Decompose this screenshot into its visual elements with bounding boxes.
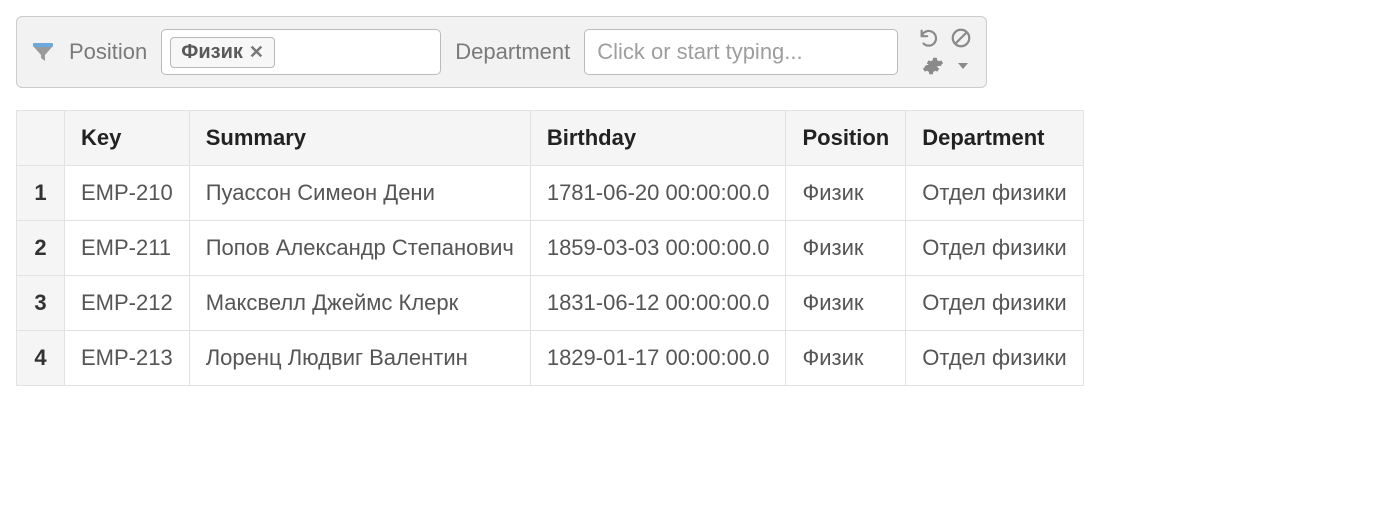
undo-icon[interactable] (918, 27, 940, 49)
filter-actions (918, 27, 972, 77)
cell-rownum: 3 (17, 276, 65, 331)
cell-summary: Максвелл Джеймс Клерк (189, 276, 530, 331)
cell-key: EMP-210 (65, 166, 190, 221)
cell-birthday: 1829-01-17 00:00:00.0 (530, 331, 786, 386)
col-header-birthday[interactable]: Birthday (530, 111, 786, 166)
department-filter-label: Department (455, 39, 570, 65)
col-header-key[interactable]: Key (65, 111, 190, 166)
department-filter-input[interactable] (584, 29, 898, 75)
cell-key: EMP-212 (65, 276, 190, 331)
cell-birthday: 1781-06-20 00:00:00.0 (530, 166, 786, 221)
filter-icon (31, 40, 55, 64)
cell-position: Физик (786, 166, 906, 221)
position-filter-token[interactable]: Физик ✕ (170, 37, 275, 68)
cell-summary: Лоренц Людвиг Валентин (189, 331, 530, 386)
table-row[interactable]: 1 EMP-210 Пуассон Симеон Дени 1781-06-20… (17, 166, 1084, 221)
gear-icon[interactable] (922, 55, 944, 77)
cell-position: Физик (786, 331, 906, 386)
table-header-row: Key Summary Birthday Position Department (17, 111, 1084, 166)
col-header-position[interactable]: Position (786, 111, 906, 166)
cell-department: Отдел физики (906, 221, 1083, 276)
cell-key: EMP-213 (65, 331, 190, 386)
cell-summary: Пуассон Симеон Дени (189, 166, 530, 221)
cell-key: EMP-211 (65, 221, 190, 276)
col-header-rownum[interactable] (17, 111, 65, 166)
dropdown-caret-icon[interactable] (954, 63, 968, 69)
position-filter-input[interactable]: Физик ✕ (161, 29, 441, 75)
cell-birthday: 1831-06-12 00:00:00.0 (530, 276, 786, 331)
col-header-summary[interactable]: Summary (189, 111, 530, 166)
col-header-department[interactable]: Department (906, 111, 1083, 166)
table-row[interactable]: 4 EMP-213 Лоренц Людвиг Валентин 1829-01… (17, 331, 1084, 386)
clear-icon[interactable] (950, 27, 972, 49)
cell-rownum: 4 (17, 331, 65, 386)
cell-rownum: 1 (17, 166, 65, 221)
results-table: Key Summary Birthday Position Department… (16, 110, 1084, 386)
position-filter-token-text: Физик (181, 41, 243, 64)
cell-position: Физик (786, 221, 906, 276)
table-row[interactable]: 3 EMP-212 Максвелл Джеймс Клерк 1831-06-… (17, 276, 1084, 331)
cell-department: Отдел физики (906, 276, 1083, 331)
filter-bar: Position Физик ✕ Department (16, 16, 987, 88)
cell-department: Отдел физики (906, 166, 1083, 221)
cell-rownum: 2 (17, 221, 65, 276)
position-filter-label: Position (69, 39, 147, 65)
remove-token-icon[interactable]: ✕ (249, 43, 264, 61)
cell-position: Физик (786, 276, 906, 331)
cell-department: Отдел физики (906, 331, 1083, 386)
cell-summary: Попов Александр Степанович (189, 221, 530, 276)
table-row[interactable]: 2 EMP-211 Попов Александр Степанович 185… (17, 221, 1084, 276)
cell-birthday: 1859-03-03 00:00:00.0 (530, 221, 786, 276)
